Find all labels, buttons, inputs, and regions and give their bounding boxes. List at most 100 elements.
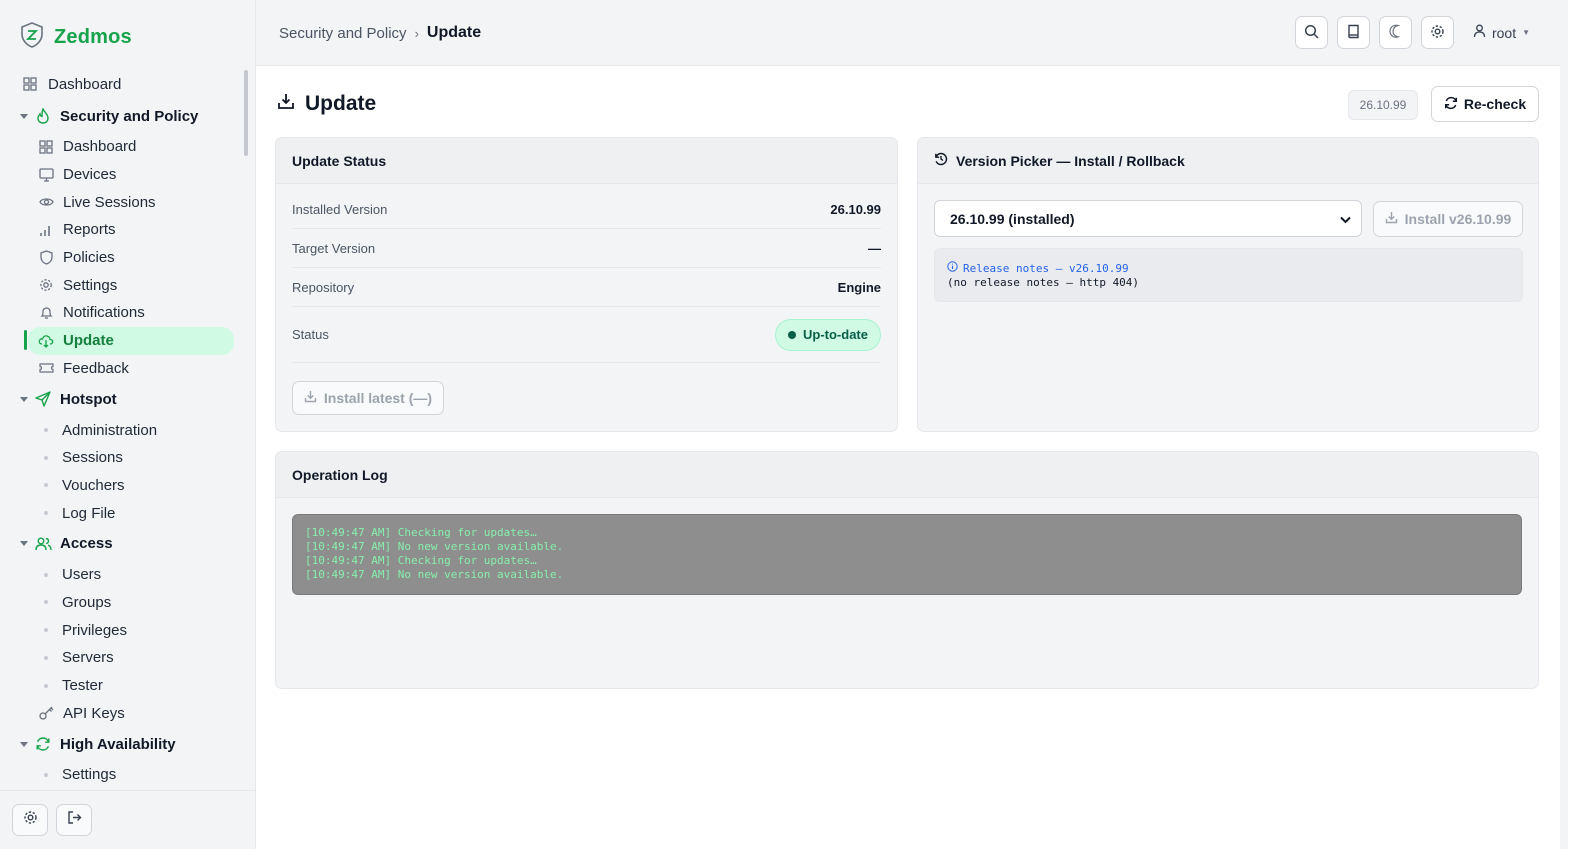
sidebar-item-vouchers[interactable]: Vouchers bbox=[0, 472, 248, 500]
sidebar-item-dashboard[interactable]: Dashboard bbox=[0, 69, 248, 99]
top-header: Security and Policy › Update root ▼ bbox=[256, 0, 1560, 66]
caret-down-icon bbox=[20, 541, 28, 547]
monitor-icon bbox=[38, 167, 54, 183]
caret-down-icon bbox=[20, 396, 28, 402]
brand[interactable]: Zedmos bbox=[20, 22, 132, 53]
group-access[interactable]: Access bbox=[0, 527, 248, 561]
version-badge: 26.10.99 bbox=[1348, 90, 1418, 120]
users-icon bbox=[34, 535, 52, 553]
gear-icon bbox=[38, 277, 54, 293]
sidebar-item-live-sessions[interactable]: Live Sessions bbox=[0, 188, 248, 216]
log-output[interactable]: [10:49:47 AM] Checking for updates… [10:… bbox=[292, 514, 1522, 595]
chevron-down-icon bbox=[1340, 211, 1351, 227]
caret-down-icon bbox=[20, 741, 28, 747]
sidebar-item-ha-settings[interactable]: Settings bbox=[0, 761, 248, 788]
eye-icon bbox=[38, 194, 54, 210]
release-notes-link[interactable]: Release notes — v26.10.99 bbox=[947, 261, 1510, 276]
sidebar-scrollbar[interactable] bbox=[244, 70, 248, 156]
status-dot-icon bbox=[788, 330, 796, 339]
bullet-icon bbox=[44, 455, 48, 460]
log-line: [10:49:47 AM] Checking for updates… bbox=[305, 554, 537, 567]
history-icon bbox=[934, 152, 948, 169]
theme-toggle-button[interactable] bbox=[1378, 16, 1412, 49]
sidebar-item-groups[interactable]: Groups bbox=[0, 589, 248, 617]
group-hotspot[interactable]: Hotspot bbox=[0, 382, 248, 416]
sidebar-item-sp-dashboard[interactable]: Dashboard bbox=[0, 133, 248, 161]
bell-icon bbox=[38, 305, 54, 321]
refresh-icon bbox=[1444, 96, 1458, 113]
sidebar-item-privileges[interactable]: Privileges bbox=[0, 616, 248, 644]
book-icon bbox=[1347, 24, 1360, 42]
row-repository: Repository Engine bbox=[292, 268, 881, 307]
sidebar-item-settings[interactable]: Settings bbox=[0, 271, 248, 299]
key-icon bbox=[38, 705, 54, 721]
user-menu[interactable]: root ▼ bbox=[1463, 16, 1540, 49]
gear-icon bbox=[1430, 24, 1445, 42]
refresh-icon bbox=[34, 735, 52, 753]
bullet-icon bbox=[44, 772, 48, 777]
log-line: [10:49:47 AM] No new version available. bbox=[305, 568, 564, 581]
sidebar-item-users[interactable]: Users bbox=[0, 561, 248, 589]
sidebar-item-tester[interactable]: Tester bbox=[0, 672, 248, 700]
bullet-icon bbox=[44, 483, 48, 488]
page-title: Update bbox=[277, 92, 376, 116]
active-indicator bbox=[24, 330, 27, 350]
sidebar-item-feedback[interactable]: Feedback bbox=[0, 355, 248, 383]
page-scrollbar[interactable] bbox=[1560, 0, 1584, 849]
download-icon bbox=[1385, 211, 1398, 227]
bullet-icon bbox=[44, 655, 48, 660]
caret-down-icon: ▼ bbox=[1522, 28, 1530, 37]
sidebar-item-reports[interactable]: Reports bbox=[0, 216, 248, 244]
group-high-availability[interactable]: High Availability bbox=[0, 727, 248, 761]
logout-button[interactable] bbox=[56, 804, 92, 836]
sidebar-item-notifications[interactable]: Notifications bbox=[0, 299, 248, 327]
breadcrumb-parent[interactable]: Security and Policy bbox=[279, 25, 407, 42]
update-status-card: Update Status Installed Version 26.10.99… bbox=[275, 137, 898, 432]
user-icon bbox=[1473, 24, 1486, 41]
breadcrumb: Security and Policy › Update bbox=[279, 24, 481, 42]
brand-name: Zedmos bbox=[54, 26, 132, 48]
user-name: root bbox=[1491, 24, 1517, 41]
sidebar-item-log-file[interactable]: Log File bbox=[0, 499, 248, 527]
sidebar-item-label: Dashboard bbox=[48, 75, 122, 93]
bullet-icon bbox=[44, 572, 48, 577]
log-line: [10:49:47 AM] No new version available. bbox=[305, 540, 564, 553]
sidebar-item-sessions[interactable]: Sessions bbox=[0, 444, 248, 472]
cloud-download-icon bbox=[38, 333, 54, 349]
logout-icon bbox=[67, 810, 82, 830]
settings-button[interactable] bbox=[12, 804, 48, 836]
bullet-icon bbox=[44, 628, 48, 633]
sidebar-item-update[interactable]: Update bbox=[28, 326, 234, 355]
sidebar-item-devices[interactable]: Devices bbox=[0, 161, 248, 189]
download-icon bbox=[304, 390, 317, 406]
release-notes: Release notes — v26.10.99 (no release no… bbox=[934, 248, 1523, 302]
sidebar-item-administration[interactable]: Administration bbox=[0, 416, 248, 444]
gear-icon bbox=[23, 810, 38, 830]
group-security-and-policy[interactable]: Security and Policy bbox=[0, 99, 248, 133]
status-badge: Up-to-date bbox=[775, 318, 881, 351]
search-icon bbox=[1304, 24, 1319, 42]
chevron-right-icon: › bbox=[414, 25, 419, 41]
search-button[interactable] bbox=[1294, 16, 1328, 49]
sidebar-item-servers[interactable]: Servers bbox=[0, 644, 248, 672]
card-title: Update Status bbox=[276, 138, 897, 184]
release-notes-message: (no release notes — http 404) bbox=[947, 276, 1140, 289]
bullet-icon bbox=[44, 600, 48, 605]
shield-icon bbox=[38, 250, 54, 266]
grid-icon bbox=[38, 139, 54, 155]
docs-button[interactable] bbox=[1336, 16, 1370, 49]
download-icon bbox=[277, 92, 295, 116]
version-select[interactable]: 26.10.99 (installed) bbox=[934, 200, 1362, 237]
recheck-button[interactable]: Re-check bbox=[1431, 86, 1539, 122]
sidebar-item-api-keys[interactable]: API Keys bbox=[0, 699, 248, 727]
send-icon bbox=[34, 390, 52, 408]
install-version-button[interactable]: Install v26.10.99 bbox=[1373, 201, 1523, 237]
install-latest-button[interactable]: Install latest (—) bbox=[292, 381, 444, 415]
info-icon bbox=[947, 261, 958, 276]
flame-icon bbox=[34, 107, 52, 125]
row-installed-version: Installed Version 26.10.99 bbox=[292, 190, 881, 229]
card-title: Operation Log bbox=[276, 452, 1538, 498]
sidebar-footer bbox=[0, 790, 256, 849]
sidebar-item-policies[interactable]: Policies bbox=[0, 244, 248, 272]
settings-button[interactable] bbox=[1420, 16, 1454, 49]
